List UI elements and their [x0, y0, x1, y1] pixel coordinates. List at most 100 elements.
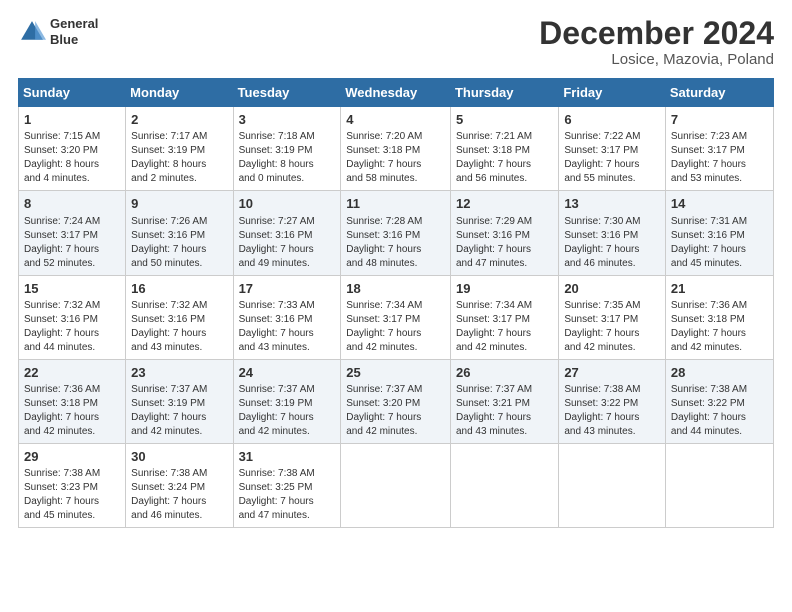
week-row-5: 29Sunrise: 7:38 AMSunset: 3:23 PMDayligh… [19, 443, 774, 527]
day-number: 14 [671, 195, 768, 213]
day-number: 20 [564, 280, 660, 298]
day-number: 7 [671, 111, 768, 129]
logo-text: General Blue [50, 16, 98, 47]
day-info: Daylight: 7 hours [564, 327, 660, 341]
day-info: and 42 minutes. [671, 341, 768, 355]
day-cell [665, 443, 773, 527]
day-info: Sunrise: 7:23 AM [671, 130, 768, 144]
day-info: Sunset: 3:18 PM [456, 144, 553, 158]
day-number: 16 [131, 280, 227, 298]
day-number: 23 [131, 364, 227, 382]
day-info: Sunrise: 7:34 AM [456, 299, 553, 313]
day-info: Sunrise: 7:33 AM [239, 299, 336, 313]
day-cell: 20Sunrise: 7:35 AMSunset: 3:17 PMDayligh… [559, 275, 666, 359]
day-cell: 12Sunrise: 7:29 AMSunset: 3:16 PMDayligh… [450, 191, 558, 275]
day-info: and 0 minutes. [239, 172, 336, 186]
day-cell: 15Sunrise: 7:32 AMSunset: 3:16 PMDayligh… [19, 275, 126, 359]
day-info: Sunrise: 7:22 AM [564, 130, 660, 144]
day-info: Daylight: 7 hours [24, 411, 120, 425]
day-info: Sunrise: 7:38 AM [24, 467, 120, 481]
calendar-subtitle: Losice, Mazovia, Poland [539, 51, 774, 68]
day-info: Sunrise: 7:28 AM [346, 215, 445, 229]
day-cell: 9Sunrise: 7:26 AMSunset: 3:16 PMDaylight… [126, 191, 233, 275]
day-info: Sunrise: 7:38 AM [239, 467, 336, 481]
day-cell: 30Sunrise: 7:38 AMSunset: 3:24 PMDayligh… [126, 443, 233, 527]
day-info: Sunset: 3:19 PM [131, 397, 227, 411]
day-info: Sunset: 3:16 PM [131, 229, 227, 243]
day-number: 18 [346, 280, 445, 298]
week-row-2: 8Sunrise: 7:24 AMSunset: 3:17 PMDaylight… [19, 191, 774, 275]
day-info: Sunset: 3:16 PM [346, 229, 445, 243]
day-number: 29 [24, 448, 120, 466]
day-info: Daylight: 7 hours [239, 243, 336, 257]
day-info: Daylight: 7 hours [346, 243, 445, 257]
day-info: Daylight: 7 hours [456, 411, 553, 425]
day-info: Sunset: 3:16 PM [131, 313, 227, 327]
day-info: Sunset: 3:18 PM [671, 313, 768, 327]
day-number: 19 [456, 280, 553, 298]
day-info: and 44 minutes. [24, 341, 120, 355]
day-info: Sunset: 3:16 PM [671, 229, 768, 243]
day-info: and 47 minutes. [456, 257, 553, 271]
day-cell: 3Sunrise: 7:18 AMSunset: 3:19 PMDaylight… [233, 107, 341, 191]
week-row-3: 15Sunrise: 7:32 AMSunset: 3:16 PMDayligh… [19, 275, 774, 359]
title-block: December 2024 Losice, Mazovia, Poland [539, 16, 774, 68]
day-cell: 25Sunrise: 7:37 AMSunset: 3:20 PMDayligh… [341, 359, 451, 443]
day-cell [450, 443, 558, 527]
day-info: Daylight: 7 hours [346, 158, 445, 172]
day-info: Sunrise: 7:15 AM [24, 130, 120, 144]
day-info: Sunrise: 7:29 AM [456, 215, 553, 229]
day-number: 4 [346, 111, 445, 129]
day-info: Sunset: 3:20 PM [24, 144, 120, 158]
day-info: Sunrise: 7:32 AM [131, 299, 227, 313]
day-info: Daylight: 7 hours [239, 495, 336, 509]
logo: General Blue [18, 16, 98, 47]
day-cell: 7Sunrise: 7:23 AMSunset: 3:17 PMDaylight… [665, 107, 773, 191]
day-cell: 27Sunrise: 7:38 AMSunset: 3:22 PMDayligh… [559, 359, 666, 443]
day-number: 13 [564, 195, 660, 213]
header: General Blue December 2024 Losice, Mazov… [18, 16, 774, 68]
day-number: 31 [239, 448, 336, 466]
day-info: Sunset: 3:24 PM [131, 481, 227, 495]
page-container: General Blue December 2024 Losice, Mazov… [0, 0, 792, 538]
day-cell: 8Sunrise: 7:24 AMSunset: 3:17 PMDaylight… [19, 191, 126, 275]
day-number: 9 [131, 195, 227, 213]
day-info: Daylight: 7 hours [24, 495, 120, 509]
day-info: Daylight: 7 hours [131, 327, 227, 341]
day-info: and 42 minutes. [564, 341, 660, 355]
day-info: and 55 minutes. [564, 172, 660, 186]
day-info: and 42 minutes. [131, 425, 227, 439]
day-info: Daylight: 7 hours [564, 243, 660, 257]
day-info: Daylight: 7 hours [131, 411, 227, 425]
day-number: 1 [24, 111, 120, 129]
day-info: Daylight: 7 hours [671, 411, 768, 425]
day-info: Sunset: 3:17 PM [456, 313, 553, 327]
day-number: 21 [671, 280, 768, 298]
day-cell: 24Sunrise: 7:37 AMSunset: 3:19 PMDayligh… [233, 359, 341, 443]
day-info: Daylight: 7 hours [24, 243, 120, 257]
day-info: Daylight: 7 hours [346, 327, 445, 341]
day-info: Sunrise: 7:17 AM [131, 130, 227, 144]
day-info: Daylight: 7 hours [456, 243, 553, 257]
day-info: and 46 minutes. [564, 257, 660, 271]
day-info: and 46 minutes. [131, 509, 227, 523]
day-info: Sunrise: 7:21 AM [456, 130, 553, 144]
day-info: Sunrise: 7:30 AM [564, 215, 660, 229]
day-info: Daylight: 7 hours [456, 327, 553, 341]
col-header-saturday: Saturday [665, 79, 773, 107]
day-info: Sunset: 3:18 PM [24, 397, 120, 411]
day-info: Daylight: 7 hours [239, 411, 336, 425]
day-number: 5 [456, 111, 553, 129]
day-info: Sunset: 3:19 PM [239, 397, 336, 411]
day-cell: 2Sunrise: 7:17 AMSunset: 3:19 PMDaylight… [126, 107, 233, 191]
day-cell [341, 443, 451, 527]
day-info: Sunset: 3:16 PM [239, 313, 336, 327]
day-info: Daylight: 7 hours [456, 158, 553, 172]
day-info: Daylight: 8 hours [131, 158, 227, 172]
day-info: Daylight: 7 hours [671, 243, 768, 257]
day-info: Sunset: 3:17 PM [671, 144, 768, 158]
day-info: Daylight: 7 hours [131, 495, 227, 509]
day-info: Sunrise: 7:35 AM [564, 299, 660, 313]
day-cell: 1Sunrise: 7:15 AMSunset: 3:20 PMDaylight… [19, 107, 126, 191]
day-info: and 45 minutes. [24, 509, 120, 523]
